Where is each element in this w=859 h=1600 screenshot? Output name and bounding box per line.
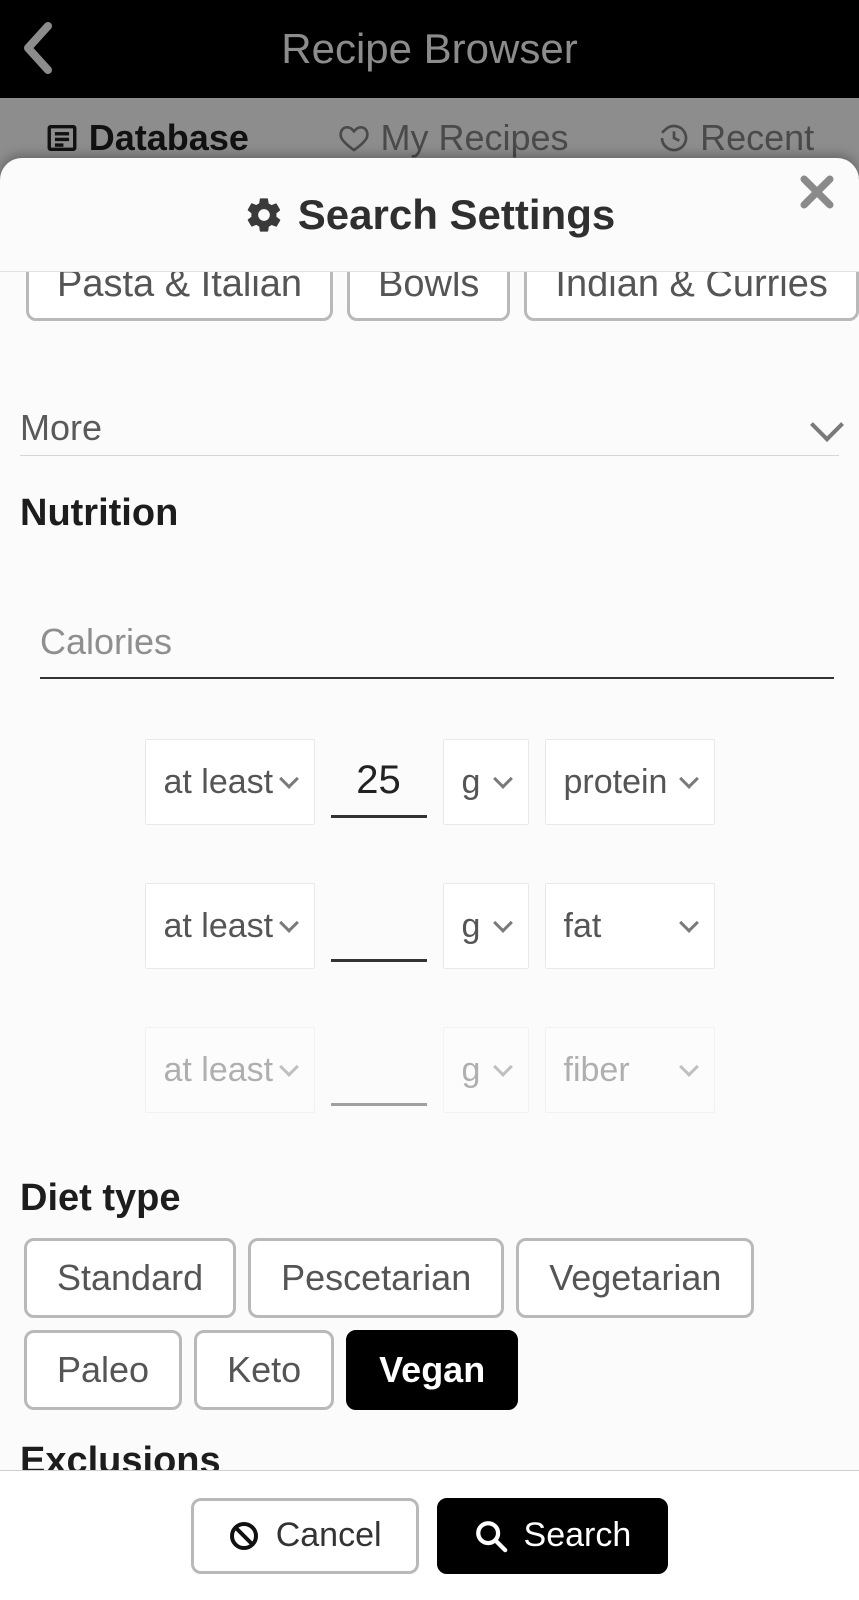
chevron-down-icon xyxy=(679,1058,699,1078)
category-chip[interactable]: Indian & Curries xyxy=(524,272,858,321)
nutrition-row: at least g fat xyxy=(145,883,715,969)
calories-input[interactable] xyxy=(40,613,834,679)
chevron-down-icon xyxy=(279,1058,299,1078)
search-icon xyxy=(474,1519,508,1553)
nutrition-amount-input[interactable] xyxy=(331,890,427,962)
diet-chip-pescetarian[interactable]: Pescetarian xyxy=(248,1238,504,1318)
nutrient-value: fat xyxy=(564,907,602,946)
chevron-down-icon xyxy=(493,1058,513,1078)
modal-title: Search Settings xyxy=(298,191,615,239)
unit-select[interactable]: g xyxy=(443,1027,529,1113)
condition-select[interactable]: at least xyxy=(145,739,315,825)
close-button[interactable] xyxy=(795,170,839,214)
unit-value: g xyxy=(462,763,481,802)
search-button[interactable]: Search xyxy=(437,1498,669,1574)
app-title: Recipe Browser xyxy=(0,25,859,73)
ban-icon xyxy=(228,1520,260,1552)
nutrient-select[interactable]: fat xyxy=(545,883,715,969)
more-toggle[interactable]: More xyxy=(20,407,839,456)
gear-icon xyxy=(244,195,284,235)
tab-recent: Recent xyxy=(658,117,814,159)
history-icon xyxy=(658,122,690,154)
chevron-down-icon xyxy=(679,914,699,934)
chevron-down-icon xyxy=(279,914,299,934)
nutrition-rows: at least g protein at least xyxy=(20,739,839,1113)
modal-footer: Cancel Search xyxy=(0,1470,859,1600)
nutrient-value: fiber xyxy=(564,1051,630,1090)
modal-header: Search Settings xyxy=(0,158,859,272)
chevron-down-icon xyxy=(493,770,513,790)
cancel-button[interactable]: Cancel xyxy=(191,1498,419,1574)
category-chip[interactable]: Bowls xyxy=(347,272,510,321)
nutrient-select[interactable]: fiber xyxy=(545,1027,715,1113)
unit-value: g xyxy=(462,1051,481,1090)
tab-my-recipes-label: My Recipes xyxy=(380,117,568,159)
diet-chip-row: Standard Pescetarian Vegetarian Paleo Ke… xyxy=(24,1238,839,1410)
chevron-down-icon xyxy=(279,770,299,790)
unit-value: g xyxy=(462,907,481,946)
chevron-down-icon xyxy=(679,770,699,790)
search-label: Search xyxy=(524,1516,632,1555)
category-chip[interactable]: Pasta & Italian xyxy=(26,272,333,321)
nutrition-row: at least g protein xyxy=(145,739,715,825)
modal-title-row: Search Settings xyxy=(244,191,615,239)
nutrient-value: protein xyxy=(564,763,668,802)
section-exclusions: Exclusions xyxy=(20,1440,839,1470)
tab-database-label: Database xyxy=(89,117,249,159)
nutrition-row: at least g fiber xyxy=(145,1027,715,1113)
condition-value: at least xyxy=(164,1051,274,1090)
nutrient-select[interactable]: protein xyxy=(545,739,715,825)
back-button[interactable] xyxy=(18,20,58,76)
diet-chip-paleo[interactable]: Paleo xyxy=(24,1330,182,1410)
list-icon xyxy=(45,121,79,155)
category-chip-row: Pasta & Italian Bowls Indian & Curries xyxy=(26,272,839,321)
app-header: Recipe Browser xyxy=(0,0,859,98)
condition-select[interactable]: at least xyxy=(145,1027,315,1113)
tab-recent-label: Recent xyxy=(700,117,814,159)
condition-select[interactable]: at least xyxy=(145,883,315,969)
condition-value: at least xyxy=(164,763,274,802)
cancel-label: Cancel xyxy=(276,1516,382,1555)
tab-database: Database xyxy=(45,117,249,159)
nutrition-amount-input[interactable] xyxy=(331,746,427,818)
modal-body: Pasta & Italian Bowls Indian & Curries M… xyxy=(0,272,859,1470)
chevron-down-icon xyxy=(810,409,844,443)
nutrition-amount-input[interactable] xyxy=(331,1034,427,1106)
search-settings-modal: Search Settings Pasta & Italian Bowls In… xyxy=(0,158,859,1600)
diet-chip-keto[interactable]: Keto xyxy=(194,1330,334,1410)
chevron-down-icon xyxy=(493,914,513,934)
unit-select[interactable]: g xyxy=(443,883,529,969)
close-icon xyxy=(795,170,839,214)
diet-chip-vegetarian[interactable]: Vegetarian xyxy=(516,1238,754,1318)
chevron-left-icon xyxy=(18,20,58,76)
section-diet-type: Diet type xyxy=(20,1177,839,1220)
heart-icon xyxy=(338,122,370,154)
section-nutrition: Nutrition xyxy=(20,492,839,535)
unit-select[interactable]: g xyxy=(443,739,529,825)
diet-chip-vegan[interactable]: Vegan xyxy=(346,1330,518,1410)
tab-my-recipes: My Recipes xyxy=(338,117,568,159)
condition-value: at least xyxy=(164,907,274,946)
diet-chip-standard[interactable]: Standard xyxy=(24,1238,236,1318)
more-label: More xyxy=(20,407,102,449)
